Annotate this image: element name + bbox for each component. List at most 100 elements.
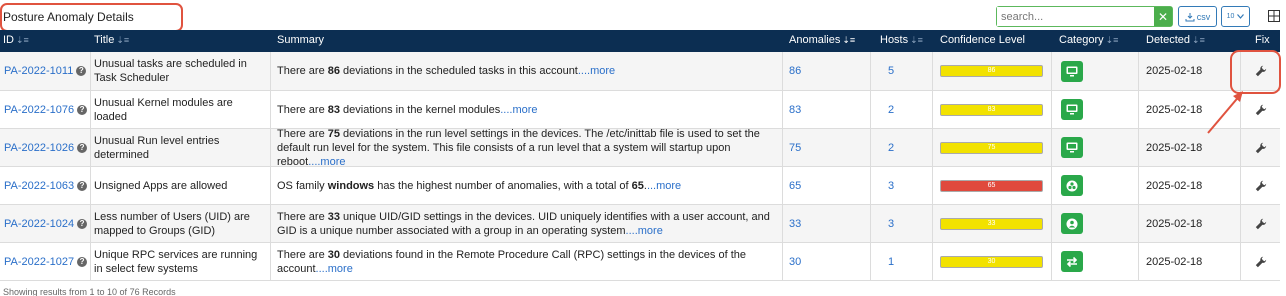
- fix-button[interactable]: [1254, 179, 1268, 193]
- search-input[interactable]: [997, 7, 1154, 26]
- help-icon[interactable]: ?: [77, 256, 88, 267]
- column-divider: [782, 167, 783, 204]
- anomalies-count-link[interactable]: 83: [789, 103, 801, 117]
- column-header-summary: Summary: [277, 34, 325, 46]
- summary-cell: There are 83 deviations in the kernel mo…: [277, 91, 777, 128]
- column-header-id[interactable]: ID ⇣≡: [3, 34, 29, 46]
- column-divider: [270, 52, 271, 90]
- hosts-count-link[interactable]: 5: [888, 64, 894, 78]
- column-header-title[interactable]: Title ⇣≡: [94, 34, 129, 46]
- title-cell: Unique RPC services are running in selec…: [94, 243, 266, 280]
- more-link[interactable]: ...more: [647, 180, 681, 192]
- column-header-hosts[interactable]: Hosts ⇣≡: [880, 34, 923, 46]
- column-divider: [932, 52, 933, 90]
- more-link[interactable]: ....more: [316, 263, 353, 275]
- hosts-cell: 5: [888, 52, 928, 90]
- help-icon[interactable]: ?: [76, 66, 87, 76]
- toolbar: Posture Anomaly Details ✕ csv 10: [0, 0, 1286, 32]
- column-divider: [1051, 52, 1052, 90]
- hosts-count-link[interactable]: 3: [888, 179, 894, 193]
- confidence-bar: 30: [940, 255, 1043, 268]
- category-button[interactable]: [1061, 251, 1083, 272]
- more-link[interactable]: ....more: [578, 65, 615, 77]
- hosts-count-link[interactable]: 3: [888, 217, 894, 231]
- category-button[interactable]: [1061, 99, 1083, 120]
- fix-button[interactable]: [1254, 255, 1268, 269]
- anomalies-count-link[interactable]: 33: [789, 217, 801, 231]
- anomalies-count-link[interactable]: 65: [789, 179, 801, 193]
- anomaly-id-link[interactable]: PA-2022-1024: [4, 217, 74, 231]
- anomaly-id-link[interactable]: PA-2022-1026: [4, 141, 74, 155]
- fix-button[interactable]: [1254, 141, 1268, 155]
- column-divider: [870, 205, 871, 242]
- hosts-count-link[interactable]: 1: [888, 255, 894, 269]
- summary-text: There are 30 deviations found in the Rem…: [277, 248, 746, 275]
- column-divider: [90, 52, 91, 90]
- category-button[interactable]: [1061, 213, 1083, 234]
- anomaly-id-link[interactable]: PA-2022-1011: [4, 64, 73, 78]
- pagination-summary: Showing results from 1 to 10 of 76 Recor…: [3, 287, 176, 296]
- category-button[interactable]: [1061, 60, 1083, 82]
- exchange-icon: [1066, 256, 1078, 268]
- more-link[interactable]: ....more: [308, 156, 345, 168]
- annotation-arrow: [1207, 91, 1243, 134]
- column-header-detected[interactable]: Detected ⇣≡: [1146, 34, 1205, 46]
- anomaly-title: Unusual Run level entries determined: [94, 134, 220, 161]
- table-header: ID ⇣≡ Title ⇣≡ Summary Anomalies ⇣≡ Hosts ⇣≡…: [0, 30, 1280, 52]
- column-divider: [1051, 129, 1052, 166]
- category-button[interactable]: [1061, 137, 1083, 158]
- anomaly-id-link[interactable]: PA-2022-1063: [4, 179, 74, 193]
- id-cell: PA-2022-1026?: [4, 129, 90, 166]
- help-icon[interactable]: ?: [77, 142, 88, 153]
- more-link[interactable]: ....more: [626, 225, 663, 237]
- search-clear-button[interactable]: ✕: [1154, 7, 1172, 26]
- fix-cell: [1254, 243, 1274, 280]
- anomalies-count-link[interactable]: 86: [789, 64, 801, 78]
- category-cell: [1061, 91, 1091, 128]
- column-divider: [270, 243, 271, 280]
- help-icon[interactable]: ?: [77, 104, 88, 115]
- apps-icon: [1066, 180, 1078, 192]
- page-title: Posture Anomaly Details: [3, 10, 134, 24]
- column-header-category[interactable]: Category ⇣≡: [1059, 34, 1118, 46]
- help-icon[interactable]: ?: [77, 218, 88, 229]
- more-link[interactable]: ....more: [500, 104, 537, 116]
- anomaly-title: Unique RPC services are running in selec…: [94, 248, 258, 275]
- category-button[interactable]: [1061, 175, 1083, 196]
- anomalies-count-link[interactable]: 30: [789, 255, 801, 269]
- category-cell: [1061, 52, 1091, 90]
- summary-cell: There are 75 deviations in the run level…: [277, 127, 777, 168]
- hosts-cell: 3: [888, 167, 928, 204]
- detected-cell: 2025-02-18: [1146, 167, 1236, 204]
- anomalies-cell: 75: [789, 129, 869, 166]
- help-icon[interactable]: ?: [77, 180, 88, 191]
- anomaly-title: Unusual tasks are scheduled in Task Sche…: [94, 58, 247, 84]
- anomalies-count-link[interactable]: 75: [789, 141, 801, 155]
- wrench-icon: [1255, 218, 1267, 230]
- anomaly-id-link[interactable]: PA-2022-1027: [4, 255, 74, 269]
- sort-desc-icon: ⇣≡: [842, 35, 856, 45]
- hosts-count-link[interactable]: 2: [888, 103, 894, 117]
- column-divider: [1138, 91, 1139, 128]
- anomaly-id-link[interactable]: PA-2022-1076: [4, 103, 74, 117]
- table-row: PA-2022-1063? Unsigned Apps are allowed OS…: [0, 167, 1280, 205]
- chevron-down-icon: [1237, 14, 1245, 19]
- csv-export-button[interactable]: csv: [1178, 6, 1217, 27]
- fix-button[interactable]: [1254, 217, 1268, 231]
- summary-text: There are 75 deviations in the run level…: [277, 127, 760, 168]
- column-header-anomalies[interactable]: Anomalies ⇣≡: [789, 34, 855, 46]
- detected-date: 2025-02-18: [1146, 65, 1203, 77]
- summary-text: There are 33 unique UID/GID settings in …: [277, 210, 770, 237]
- column-toggle-icon[interactable]: [1268, 10, 1280, 22]
- column-divider: [1051, 167, 1052, 204]
- column-divider: [932, 243, 933, 280]
- hosts-cell: 3: [888, 205, 928, 242]
- category-cell: [1061, 129, 1091, 166]
- fix-button[interactable]: [1254, 103, 1268, 117]
- id-cell: PA-2022-1011?: [4, 52, 90, 90]
- page-size-select[interactable]: 10: [1221, 6, 1250, 27]
- category-cell: [1061, 243, 1091, 280]
- sort-icon: ⇣≡: [910, 35, 923, 45]
- column-divider: [870, 167, 871, 204]
- hosts-count-link[interactable]: 2: [888, 141, 894, 155]
